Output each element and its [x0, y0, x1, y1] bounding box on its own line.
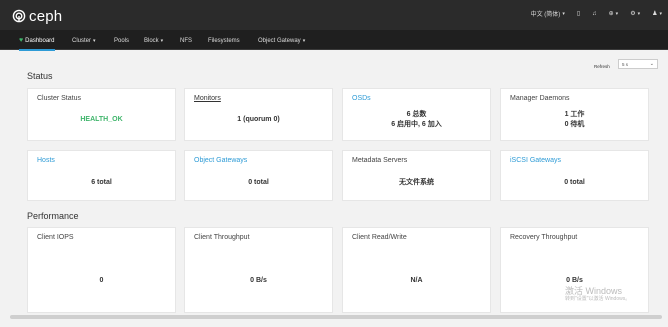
card-osds: OSDs 6 总数 6 启用中, 6 加入: [342, 88, 491, 141]
card-hosts: Hosts 6 total: [27, 150, 176, 201]
card-object-gateways: Object Gateways 0 total: [184, 150, 333, 201]
main-navigation: ♥ Dashboard Cluster ▾ Pools Block ▾ NFS Fil…: [0, 30, 668, 51]
refresh-interval-value: 5 s: [622, 61, 629, 67]
health-status-value: HEALTH_OK: [80, 116, 123, 123]
card-title: Cluster Status: [37, 95, 81, 102]
chevron-down-icon: ▾: [659, 10, 662, 17]
chevron-down-icon: ▾: [93, 37, 96, 44]
bell-icon: ♫: [592, 10, 597, 17]
dashboard-icon: ▯: [576, 11, 581, 17]
card-metadata-servers: Metadata Servers 无文件系统: [342, 150, 491, 201]
manager-active-value: 1 工作: [564, 111, 585, 118]
chevron-down-icon: ▾: [562, 10, 565, 17]
user-menu[interactable]: ♟ ▾: [652, 10, 662, 18]
manager-standby-value: 0 待机: [564, 121, 585, 128]
card-cluster-status: Cluster Status HEALTH_OK: [27, 88, 176, 141]
nav-block[interactable]: Block ▾: [144, 34, 163, 47]
nav-dashboard-label: Dashboard: [25, 37, 55, 44]
help-menu[interactable]: ⊕ ▾: [608, 10, 619, 18]
osds-total-value: 6 总数: [406, 111, 427, 118]
refresh-interval-select[interactable]: 5 s ⌄: [618, 59, 658, 69]
card-title: Metadata Servers: [352, 157, 408, 164]
dashboard-icon-button[interactable]: ▯: [577, 10, 580, 17]
notifications-button[interactable]: ♫: [592, 11, 597, 17]
status-section-title: Status: [27, 71, 53, 81]
horizontal-scrollbar[interactable]: [10, 315, 662, 319]
nav-filesystems[interactable]: Filesystems: [208, 34, 240, 47]
nav-dashboard[interactable]: ♥ Dashboard: [19, 34, 55, 51]
ceph-logo-icon: [12, 9, 26, 23]
hosts-link[interactable]: Hosts: [37, 157, 55, 164]
nav-pools[interactable]: Pools: [114, 34, 129, 47]
chevron-down-icon: ▾: [637, 10, 641, 17]
card-client-read-write: Client Read/Write N/A: [342, 227, 491, 313]
nav-object-gateway[interactable]: Object Gateway ▾: [258, 34, 305, 47]
client-read-write-value: N/A: [410, 277, 423, 284]
help-icon: ⊕: [608, 11, 614, 17]
chevron-down-icon: ▾: [302, 37, 306, 44]
chevron-down-icon: ▾: [615, 10, 619, 17]
osds-link[interactable]: OSDs: [352, 95, 371, 102]
nav-cluster-label: Cluster: [72, 37, 92, 44]
card-iscsi-gateways: iSCSI Gateways 0 total: [500, 150, 649, 201]
windows-activation-watermark: 激活 Windows 转到"设置"以激活 Windows。: [565, 286, 630, 302]
chevron-down-icon: ▾: [160, 37, 164, 44]
nav-block-label: Block: [144, 37, 159, 44]
iscsi-gateways-value: 0 total: [564, 179, 585, 186]
card-title: Manager Daemons: [510, 95, 570, 102]
nav-nfs-label: NFS: [180, 37, 192, 44]
card-client-iops: Client IOPS 0: [27, 227, 176, 313]
nav-nfs[interactable]: NFS: [180, 34, 192, 47]
nav-object-gateway-label: Object Gateway: [258, 37, 301, 44]
iscsi-gateways-link[interactable]: iSCSI Gateways: [510, 157, 561, 164]
nav-cluster[interactable]: Cluster ▾: [72, 34, 96, 47]
monitors-value: 1 (quorum 0): [237, 116, 280, 123]
nav-pools-label: Pools: [114, 37, 130, 44]
card-title: Client IOPS: [37, 234, 74, 241]
card-monitors: Monitors 1 (quorum 0): [184, 88, 333, 141]
top-bar: ceph 中文 (简体) ▾ ▯ ♫ ⊕ ▾ ⚙ ▾ ♟ ▾: [0, 0, 668, 30]
client-iops-value: 0: [99, 277, 104, 284]
card-manager-daemons: Manager Daemons 1 工作 0 待机: [500, 88, 649, 141]
card-title: Recovery Throughput: [510, 234, 578, 241]
card-client-throughput: Client Throughput 0 B/s: [184, 227, 333, 313]
performance-section-title: Performance: [27, 211, 79, 221]
client-throughput-value: 0 B/s: [250, 277, 267, 284]
language-selector[interactable]: 中文 (简体) ▾: [530, 9, 565, 19]
watermark-line2: 转到"设置"以激活 Windows。: [565, 296, 631, 302]
logo-text: ceph: [29, 7, 63, 25]
nav-filesystems-label: Filesystems: [208, 37, 240, 44]
refresh-label: Refresh: [594, 64, 610, 69]
utility-menu: 中文 (简体) ▾ ▯ ♫ ⊕ ▾ ⚙ ▾ ♟ ▾: [519, 9, 662, 19]
monitors-link[interactable]: Monitors: [194, 95, 221, 102]
user-icon: ♟: [652, 11, 658, 17]
chevron-down-icon: ⌄: [649, 61, 654, 67]
object-gateways-value: 0 total: [248, 179, 269, 186]
settings-menu[interactable]: ⚙ ▾: [630, 10, 641, 18]
ceph-logo[interactable]: ceph: [12, 7, 62, 25]
recovery-throughput-value: 0 B/s: [566, 277, 583, 284]
heart-icon: ♥: [19, 37, 24, 44]
osds-state-value: 6 启用中, 6 加入: [391, 121, 442, 128]
watermark-line1: 激活 Windows: [565, 286, 623, 296]
metadata-servers-value: 无文件系统: [399, 179, 434, 186]
hosts-value: 6 total: [91, 179, 112, 186]
language-label: 中文 (简体): [530, 12, 561, 18]
card-title: Client Throughput: [194, 234, 250, 241]
object-gateways-link[interactable]: Object Gateways: [194, 157, 247, 164]
gear-icon: ⚙: [630, 11, 636, 17]
card-title: Client Read/Write: [352, 234, 407, 241]
